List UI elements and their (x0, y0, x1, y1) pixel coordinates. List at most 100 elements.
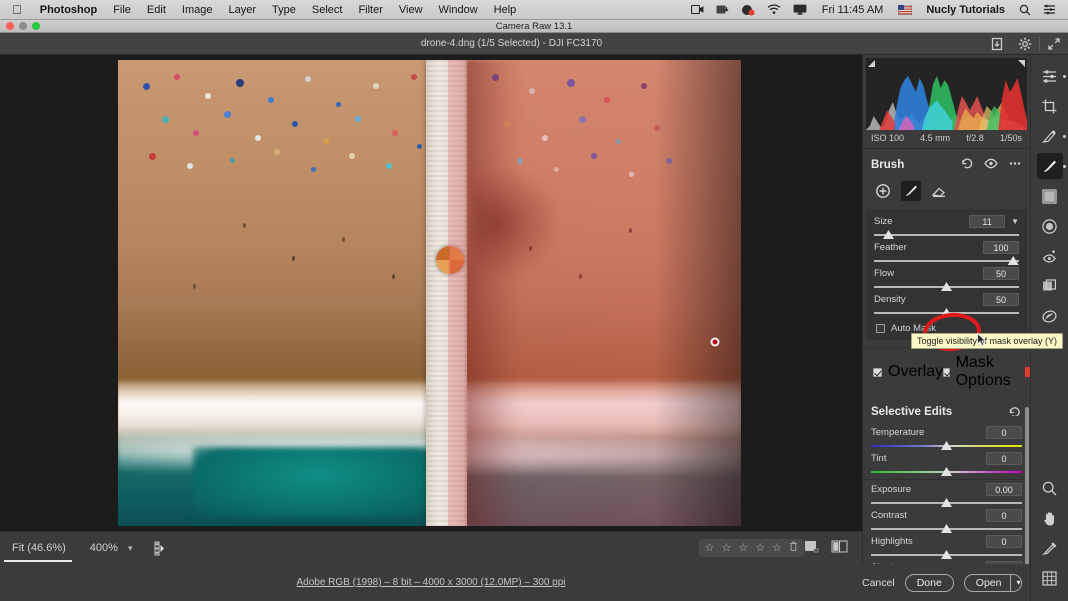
rescuetime-icon[interactable] (735, 4, 761, 16)
display-capture-icon[interactable] (710, 4, 735, 15)
expand-arrows-icon[interactable] (1040, 33, 1068, 55)
slider-value[interactable]: 100 (983, 241, 1019, 254)
overlay-checkbox-group[interactable]: Overlay (873, 363, 943, 381)
screen-record-icon[interactable] (685, 4, 710, 15)
slider-value[interactable]: 0 (986, 426, 1022, 439)
save-download-icon[interactable] (983, 33, 1011, 55)
menu-item-select[interactable]: Select (304, 4, 351, 16)
slider-track[interactable] (871, 441, 1022, 451)
minimize-window-button[interactable] (19, 22, 27, 30)
ellipsis-icon[interactable] (1008, 156, 1022, 174)
slider-value[interactable]: 0.00 (986, 483, 1022, 496)
crop-tool[interactable] (1037, 93, 1063, 119)
menu-item-photoshop[interactable]: Photoshop (32, 4, 105, 16)
aerial-beach-drone-photo[interactable] (118, 60, 741, 526)
menu-item-layer[interactable]: Layer (220, 4, 264, 16)
slider-track[interactable] (871, 550, 1022, 560)
slider-track[interactable] (874, 256, 1019, 266)
star-outline-icon[interactable]: ☆ (772, 542, 782, 554)
slider-track[interactable] (874, 282, 1019, 292)
gear-icon[interactable] (1011, 33, 1039, 55)
close-window-button[interactable] (6, 22, 14, 30)
edit-sliders-tool[interactable] (1037, 63, 1066, 89)
menu-item-window[interactable]: Window (431, 4, 486, 16)
slider-track[interactable] (871, 467, 1022, 477)
slider-track[interactable] (871, 524, 1022, 534)
adjustment-brush-tool[interactable] (1036, 153, 1066, 179)
white-balance-tool[interactable] (1037, 535, 1063, 561)
image-canvas[interactable] (0, 55, 862, 531)
menu-item-view[interactable]: View (391, 4, 431, 16)
done-button[interactable]: Done (904, 573, 954, 592)
menu-item-file[interactable]: File (105, 4, 139, 16)
slider-value[interactable]: 50 (983, 267, 1019, 280)
panel-scrollbar[interactable] (1025, 407, 1029, 567)
star-outline-icon[interactable]: ☆ (705, 542, 715, 554)
zoom-level-value[interactable]: 400% (76, 542, 124, 554)
open-button-group[interactable]: Open ▾ (963, 573, 1022, 592)
slider-feather[interactable]: Feather 100 (866, 240, 1027, 266)
maximize-window-button[interactable] (32, 22, 40, 30)
slider-value[interactable]: 0 (986, 535, 1022, 548)
red-eye-tool[interactable] (1037, 243, 1063, 269)
grid-overlay-tool[interactable] (1037, 565, 1063, 591)
slider-highlights[interactable]: Highlights 0 (863, 534, 1030, 560)
brush-mask-pin[interactable] (710, 337, 720, 347)
mask-options-checkbox[interactable] (943, 367, 950, 377)
star-outline-icon[interactable]: ☆ (738, 542, 748, 554)
wifi-icon[interactable] (761, 4, 787, 15)
hand-tool[interactable] (1037, 505, 1063, 531)
menu-item-edit[interactable]: Edit (139, 4, 174, 16)
slider-exposure[interactable]: Exposure 0.00 (863, 482, 1030, 508)
menu-item-help[interactable]: Help (486, 4, 525, 16)
slider-temperature[interactable]: Temperature 0 (863, 425, 1030, 451)
slider-track[interactable] (871, 498, 1022, 508)
star-rating-control[interactable]: ☆ ☆ ☆ ☆ ☆ (698, 539, 804, 557)
open-button[interactable]: Open (965, 575, 1011, 591)
search-icon[interactable] (1013, 4, 1037, 16)
trash-icon[interactable] (789, 541, 798, 555)
overlay-checkbox[interactable] (873, 367, 882, 377)
image-info-strip[interactable]: Adobe RGB (1998) – 8 bit – 4000 x 3000 (… (0, 564, 862, 601)
slider-value[interactable]: 50 (983, 293, 1019, 306)
airplay-icon[interactable] (787, 4, 813, 15)
zoom-fit-label[interactable]: Fit (46.6%) (0, 532, 76, 564)
slider-value[interactable]: 0 (986, 452, 1022, 465)
control-center-icon[interactable] (1037, 4, 1062, 15)
menu-item-image[interactable]: Image (174, 4, 221, 16)
chevron-down-icon[interactable]: ▾ (1010, 574, 1021, 591)
menu-item-filter[interactable]: Filter (350, 4, 390, 16)
single-view-icon[interactable] (804, 540, 819, 556)
plus-circle-icon[interactable] (873, 181, 893, 201)
slider-value[interactable]: 11 (969, 215, 1006, 228)
eraser-icon[interactable] (929, 181, 949, 201)
reset-arrow-icon[interactable] (1009, 403, 1022, 421)
zoom-tool[interactable] (1037, 475, 1063, 501)
slider-tint[interactable]: Tint 0 (863, 451, 1030, 477)
apple-logo-icon[interactable]:  (12, 3, 22, 16)
us-flag-icon[interactable] (892, 4, 918, 15)
chevron-down-icon[interactable]: ▼ (1011, 217, 1019, 226)
undo-arrow-icon[interactable] (961, 156, 974, 174)
snapshots-tool[interactable] (1037, 273, 1063, 299)
compare-view-icon[interactable] (831, 540, 848, 556)
mask-options-checkbox-group[interactable]: Mask Options (943, 354, 1030, 390)
menu-item-type[interactable]: Type (264, 4, 304, 16)
filmstrip-toggle-icon[interactable] (150, 537, 172, 559)
slider-size[interactable]: Size 11 ▼ (866, 214, 1027, 240)
chevron-down-icon[interactable]: ▾ (124, 543, 143, 554)
slider-value[interactable]: 0 (986, 509, 1022, 522)
presets-tool[interactable] (1037, 303, 1063, 329)
menubar-clock[interactable]: Fri 11:45 AM (813, 4, 893, 16)
slider-contrast[interactable]: Contrast 0 (863, 508, 1030, 534)
radial-filter-tool[interactable] (1037, 213, 1063, 239)
spot-removal-tool[interactable] (1037, 123, 1066, 149)
star-outline-icon[interactable]: ☆ (722, 542, 732, 554)
cancel-button[interactable]: Cancel (862, 577, 895, 589)
clipping-highlight-triangle[interactable] (1018, 60, 1025, 67)
clipping-shadow-triangle[interactable] (868, 60, 875, 67)
color-profile-info[interactable]: Adobe RGB (1998) – 8 bit – 4000 x 3000 (… (296, 577, 565, 588)
menubar-username[interactable]: Nucly Tutorials (918, 4, 1013, 16)
paintbrush-icon[interactable] (901, 181, 921, 201)
slider-track[interactable] (874, 230, 1019, 240)
